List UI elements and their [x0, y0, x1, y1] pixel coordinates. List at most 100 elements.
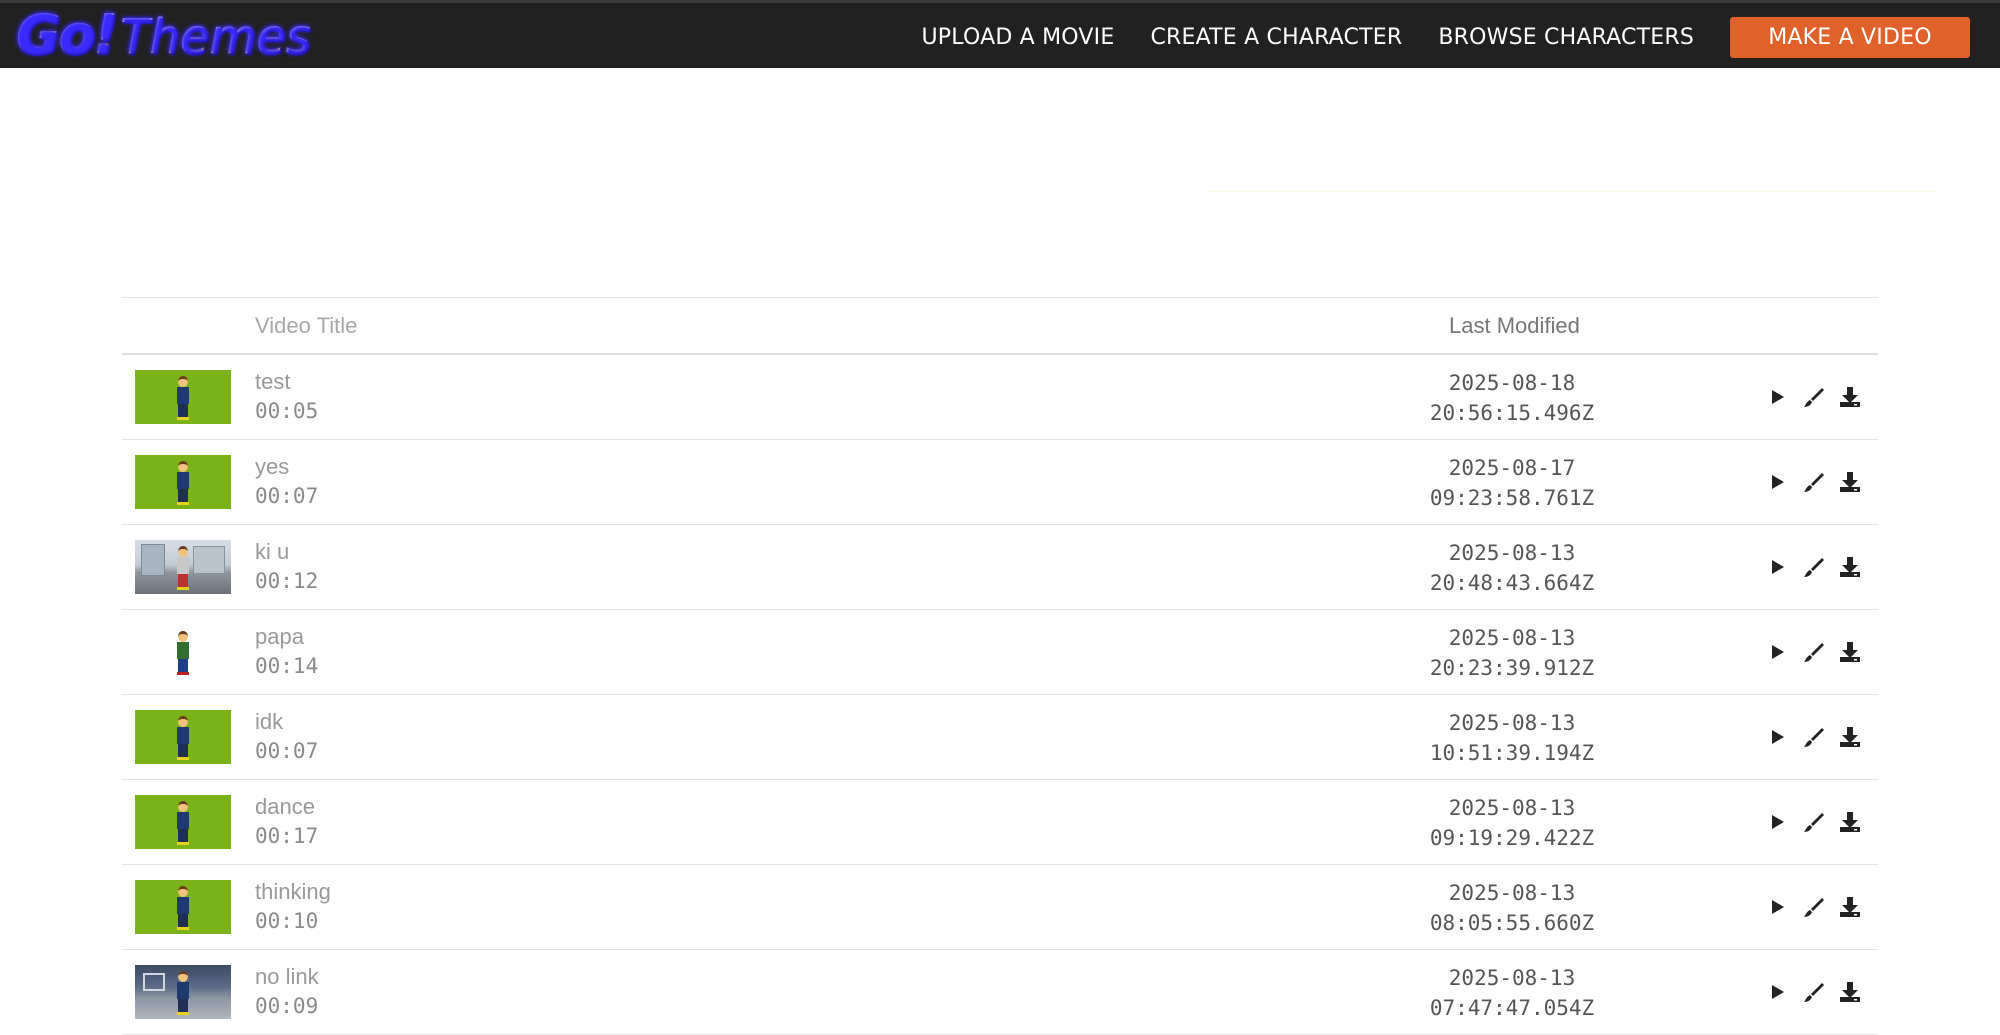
- character-figure: [175, 971, 191, 1015]
- table-body: test 00:05 2025-08-1820:56:15.496Z yes 00:07…: [122, 355, 1878, 1035]
- modified-date: 2025-08-13: [1382, 538, 1642, 568]
- logo-themes: Themes: [120, 9, 311, 65]
- play-icon[interactable]: [1760, 382, 1796, 412]
- play-icon[interactable]: [1760, 637, 1796, 667]
- download-icon[interactable]: [1832, 807, 1868, 837]
- video-thumbnail[interactable]: [135, 965, 231, 1019]
- column-header-video-title[interactable]: Video Title: [255, 313, 357, 339]
- modified-time: 20:48:43.664Z: [1382, 568, 1642, 598]
- video-thumbnail[interactable]: [135, 540, 231, 594]
- last-modified: 2025-08-1320:23:39.912Z: [1382, 623, 1642, 683]
- play-icon[interactable]: [1760, 807, 1796, 837]
- play-icon[interactable]: [1760, 722, 1796, 752]
- edit-brush-icon[interactable]: [1796, 382, 1832, 412]
- video-duration: 00:05: [255, 399, 318, 423]
- play-icon[interactable]: [1760, 467, 1796, 497]
- character-figure: [175, 716, 191, 760]
- play-icon[interactable]: [1760, 892, 1796, 922]
- modified-time: 20:23:39.912Z: [1382, 653, 1642, 683]
- video-duration: 00:07: [255, 739, 318, 763]
- modified-time: 09:19:29.422Z: [1382, 823, 1642, 853]
- video-duration: 00:10: [255, 909, 318, 933]
- edit-brush-icon[interactable]: [1796, 977, 1832, 1007]
- video-title[interactable]: thinking: [255, 879, 331, 905]
- play-icon[interactable]: [1760, 977, 1796, 1007]
- table-row[interactable]: thinking 00:10 2025-08-1308:05:55.660Z: [122, 865, 1878, 950]
- nav-create-character[interactable]: CREATE A CHARACTER: [1150, 25, 1402, 50]
- site-logo[interactable]: Go! Themes: [16, 5, 311, 65]
- video-thumbnail[interactable]: [135, 370, 231, 424]
- modified-date: 2025-08-17: [1382, 453, 1642, 483]
- row-actions: [1760, 552, 1868, 582]
- row-actions: [1760, 807, 1868, 837]
- edit-brush-icon[interactable]: [1796, 807, 1832, 837]
- table-row[interactable]: test 00:05 2025-08-1820:56:15.496Z: [122, 355, 1878, 440]
- play-icon[interactable]: [1760, 552, 1796, 582]
- character-figure: [175, 376, 191, 420]
- top-navbar: Go! Themes UPLOAD A MOVIE CREATE A CHARA…: [0, 0, 2000, 68]
- character-figure: [175, 546, 191, 590]
- video-title[interactable]: test: [255, 369, 290, 395]
- video-title[interactable]: idk: [255, 709, 283, 735]
- video-thumbnail[interactable]: [135, 710, 231, 764]
- last-modified: 2025-08-1820:56:15.496Z: [1382, 368, 1642, 428]
- video-title[interactable]: papa: [255, 624, 304, 650]
- modified-date: 2025-08-18: [1382, 368, 1642, 398]
- nav-upload-movie[interactable]: UPLOAD A MOVIE: [922, 25, 1115, 50]
- last-modified: 2025-08-1310:51:39.194Z: [1382, 708, 1642, 768]
- download-icon[interactable]: [1832, 552, 1868, 582]
- row-actions: [1760, 637, 1868, 667]
- edit-brush-icon[interactable]: [1796, 722, 1832, 752]
- edit-brush-icon[interactable]: [1796, 637, 1832, 667]
- last-modified: 2025-08-1307:47:47.054Z: [1382, 963, 1642, 1023]
- character-figure: [175, 886, 191, 930]
- video-thumbnail[interactable]: [135, 625, 231, 679]
- last-modified: 2025-08-1709:23:58.761Z: [1382, 453, 1642, 513]
- table-row[interactable]: ki u 00:12 2025-08-1320:48:43.664Z: [122, 525, 1878, 610]
- nav-browse-characters[interactable]: BROWSE CHARACTERS: [1438, 25, 1694, 50]
- download-icon[interactable]: [1832, 467, 1868, 497]
- last-modified: 2025-08-1308:05:55.660Z: [1382, 878, 1642, 938]
- modified-date: 2025-08-13: [1382, 878, 1642, 908]
- modified-date: 2025-08-13: [1382, 963, 1642, 993]
- divider: [1205, 191, 1935, 192]
- modified-time: 08:05:55.660Z: [1382, 908, 1642, 938]
- download-icon[interactable]: [1832, 892, 1868, 922]
- table-row[interactable]: no link00:092025-08-1307:47:47.054Z: [122, 950, 1878, 1035]
- video-title[interactable]: yes: [255, 454, 289, 480]
- table-row[interactable]: dance 00:17 2025-08-1309:19:29.422Z: [122, 780, 1878, 865]
- modified-time: 20:56:15.496Z: [1382, 398, 1642, 428]
- character-figure: [175, 801, 191, 845]
- video-thumbnail[interactable]: [135, 795, 231, 849]
- download-icon[interactable]: [1832, 977, 1868, 1007]
- logo-go: Go!: [16, 5, 116, 65]
- edit-brush-icon[interactable]: [1796, 467, 1832, 497]
- row-actions: [1760, 722, 1868, 752]
- last-modified: 2025-08-1309:19:29.422Z: [1382, 793, 1642, 853]
- table-row[interactable]: idk 00:07 2025-08-1310:51:39.194Z: [122, 695, 1878, 780]
- video-title[interactable]: ki u: [255, 539, 289, 565]
- column-header-last-modified[interactable]: Last Modified: [1449, 313, 1580, 339]
- character-figure: [175, 461, 191, 505]
- video-title[interactable]: dance: [255, 794, 315, 820]
- row-actions: [1760, 382, 1868, 412]
- video-duration: 00:12: [255, 569, 318, 593]
- download-icon[interactable]: [1832, 637, 1868, 667]
- modified-date: 2025-08-13: [1382, 793, 1642, 823]
- video-duration: 00:17: [255, 824, 318, 848]
- modified-time: 10:51:39.194Z: [1382, 738, 1642, 768]
- video-title[interactable]: no link: [255, 964, 319, 990]
- download-icon[interactable]: [1832, 382, 1868, 412]
- modified-time: 07:47:47.054Z: [1382, 993, 1642, 1023]
- video-duration: 00:07: [255, 484, 318, 508]
- row-actions: [1760, 467, 1868, 497]
- table-row[interactable]: yes 00:07 2025-08-1709:23:58.761Z: [122, 440, 1878, 525]
- table-row[interactable]: papa00:142025-08-1320:23:39.912Z: [122, 610, 1878, 695]
- row-actions: [1760, 977, 1868, 1007]
- download-icon[interactable]: [1832, 722, 1868, 752]
- edit-brush-icon[interactable]: [1796, 552, 1832, 582]
- edit-brush-icon[interactable]: [1796, 892, 1832, 922]
- make-video-button[interactable]: MAKE A VIDEO: [1730, 17, 1970, 58]
- video-thumbnail[interactable]: [135, 455, 231, 509]
- video-thumbnail[interactable]: [135, 880, 231, 934]
